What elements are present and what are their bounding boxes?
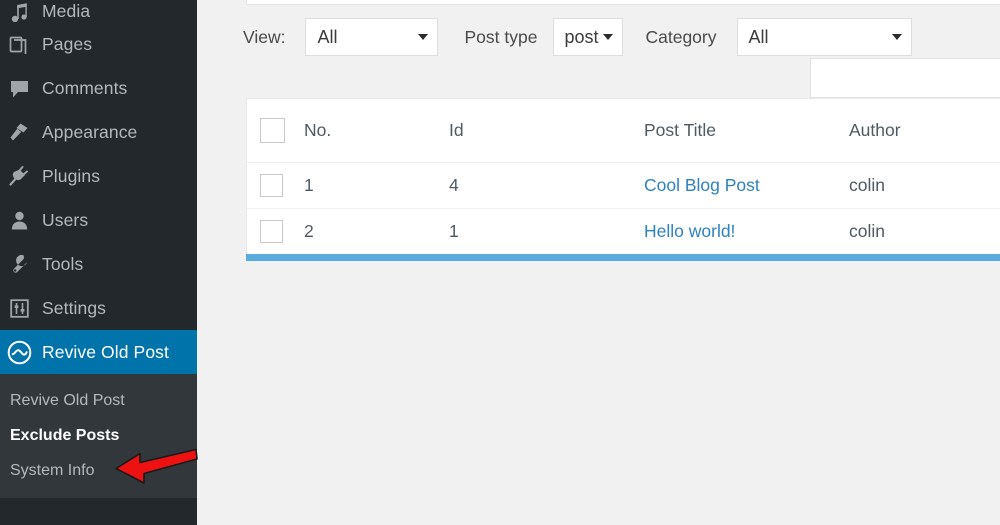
sidebar-item-pages[interactable]: Pages	[0, 22, 197, 66]
sidebar-item-label: Appearance	[42, 121, 138, 142]
settings-icon	[2, 298, 36, 319]
pages-icon	[2, 34, 36, 55]
comments-icon	[2, 78, 36, 99]
chevron-down-icon	[418, 34, 429, 40]
sidebar-item-comments[interactable]: Comments	[0, 66, 197, 110]
sidebar-item-revive-old-post[interactable]: Revive Old Post	[0, 330, 197, 374]
sidebar-item-label: Plugins	[42, 165, 101, 186]
cell-no: 1	[304, 161, 449, 208]
sidebar-item-label: Users	[42, 209, 89, 230]
cell-no: 2	[304, 207, 449, 254]
chevron-down-icon	[891, 34, 902, 40]
sidebar-item-label: Media	[42, 1, 91, 21]
filter-toolbar: View: All Post type post Category All	[197, 14, 1000, 60]
search-input[interactable]	[810, 58, 1000, 98]
category-filter-label: Category	[645, 26, 717, 47]
table-accent-bar	[246, 254, 1000, 261]
post-title-link[interactable]: Hello world!	[644, 221, 735, 241]
sidebar-item-label: Tools	[42, 253, 84, 274]
sidebar-item-label: Comments	[42, 77, 128, 98]
submenu-item-exclude-posts[interactable]: Exclude Posts	[0, 418, 197, 453]
view-filter-select[interactable]: All	[305, 18, 439, 56]
row-checkbox[interactable]	[260, 219, 283, 243]
view-filter-value: All	[317, 26, 338, 47]
category-filter-select[interactable]: All	[736, 18, 912, 56]
row-select-cell	[247, 161, 304, 208]
content-area: View: All Post type post Category All No…	[197, 0, 1000, 525]
sidebar-item-label: Pages	[42, 33, 93, 54]
sidebar-item-tools[interactable]: Tools	[0, 242, 197, 286]
plugins-icon	[2, 165, 36, 187]
column-header-id[interactable]: Id	[449, 99, 644, 162]
cell-id: 1	[449, 207, 644, 254]
table-row: 2 1 Hello world! colin	[247, 207, 1000, 254]
cell-post-title: Cool Blog Post	[644, 161, 849, 208]
users-icon	[2, 210, 36, 231]
revive-old-post-icon	[2, 340, 36, 365]
sidebar-item-appearance[interactable]: Appearance	[0, 110, 197, 154]
submenu-item-revive-old-post[interactable]: Revive Old Post	[0, 383, 197, 418]
sidebar-item-plugins[interactable]: Plugins	[0, 154, 197, 198]
category-filter-value: All	[748, 26, 769, 47]
sidebar-item-label: Settings	[42, 297, 107, 318]
posts-table: No. Id Post Title Author 1 4 Cool Blog P…	[246, 98, 1000, 254]
post-title-link[interactable]: Cool Blog Post	[644, 175, 760, 195]
cell-id: 4	[449, 161, 644, 208]
cell-author: colin	[849, 207, 1000, 254]
sidebar-item-label: Revive Old Post	[42, 341, 169, 362]
sidebar-item-settings[interactable]: Settings	[0, 286, 197, 330]
row-select-cell	[247, 207, 304, 254]
appearance-icon	[2, 121, 36, 143]
column-header-no[interactable]: No.	[304, 99, 449, 162]
select-all-header	[247, 99, 304, 162]
sidebar-item-media[interactable]: Media	[0, 0, 197, 22]
row-checkbox[interactable]	[260, 173, 283, 197]
sidebar-item-users[interactable]: Users	[0, 198, 197, 242]
cell-post-title: Hello world!	[644, 207, 849, 254]
table-header-row: No. Id Post Title Author	[247, 99, 1000, 162]
view-filter-label: View:	[243, 26, 286, 47]
column-header-author[interactable]: Author	[849, 99, 1000, 162]
post-type-filter-select[interactable]: post	[553, 18, 624, 56]
chevron-down-icon	[603, 34, 614, 40]
table-row: 1 4 Cool Blog Post colin	[247, 161, 1000, 208]
submenu-item-system-info[interactable]: System Info	[0, 453, 197, 488]
screen-root: Media Pages Comments Appearance Plugins	[0, 0, 1000, 525]
select-all-checkbox[interactable]	[260, 117, 285, 143]
admin-sidebar: Media Pages Comments Appearance Plugins	[0, 0, 197, 525]
media-icon	[2, 2, 36, 22]
top-panel-cutoff	[246, 0, 1000, 5]
cell-author: colin	[849, 161, 1000, 208]
tools-icon	[2, 253, 36, 275]
sidebar-submenu: Revive Old Post Exclude Posts System Inf…	[0, 374, 197, 498]
post-type-filter-value: post	[564, 26, 599, 47]
column-header-post-title[interactable]: Post Title	[644, 99, 849, 162]
post-type-filter-label: Post type	[464, 26, 538, 47]
